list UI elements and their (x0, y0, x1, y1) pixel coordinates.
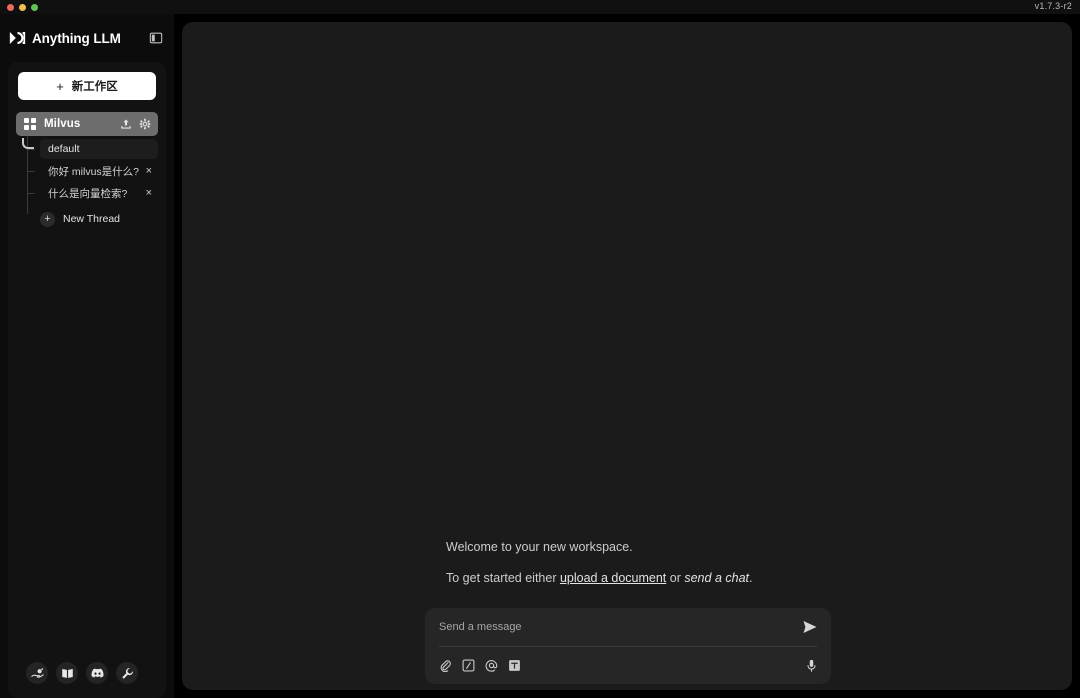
workspace-name: Milvus (44, 118, 81, 130)
sidebar-panel: + 新工作区 Milvus default 你好 milvus是什么? × 什么… (8, 62, 166, 698)
thread-label: default (48, 143, 80, 155)
plus-icon: + (56, 78, 64, 94)
workspace-list: Milvus default 你好 milvus是什么? × 什么是向量检索? … (8, 112, 166, 230)
close-window-button[interactable] (7, 3, 14, 11)
upload-icon[interactable] (120, 118, 132, 130)
version-label: v1.7.3-r2 (1034, 1, 1072, 11)
wrench-settings-icon (121, 667, 133, 679)
welcome-suffix: . (749, 571, 753, 585)
text-format-button[interactable] (508, 659, 521, 672)
message-input[interactable] (439, 621, 802, 633)
send-chat-link[interactable]: send a chat (684, 571, 749, 585)
text-format-icon (509, 660, 520, 671)
titlebar: v1.7.3-r2 (0, 0, 1080, 14)
voice-input-button[interactable] (805, 659, 818, 673)
welcome-prefix: To get started either (446, 571, 560, 585)
sidebar-footer (8, 662, 166, 698)
thread-label: 你好 milvus是什么? (48, 165, 140, 178)
new-workspace-label: 新工作区 (71, 81, 118, 93)
composer-input-row (425, 608, 831, 646)
docs-button[interactable] (56, 662, 78, 684)
attach-file-button[interactable] (439, 659, 452, 672)
workspace-actions (120, 118, 151, 130)
send-message-button[interactable] (802, 620, 818, 634)
close-thread-icon[interactable]: × (140, 187, 152, 199)
welcome-line-2: To get started either upload a document … (446, 571, 866, 586)
welcome-block: Welcome to your new workspace. To get st… (446, 540, 866, 586)
support-icon (30, 667, 44, 678)
mention-button[interactable] (485, 659, 498, 672)
thread-list: default 你好 milvus是什么? × 什么是向量检索? × + New… (16, 136, 158, 230)
thread-item-default[interactable]: default (26, 138, 158, 160)
new-workspace-button[interactable]: + 新工作区 (18, 72, 156, 100)
composer-toolbar (425, 647, 831, 684)
plus-icon: + (40, 211, 55, 227)
new-thread-label: New Thread (63, 213, 121, 225)
gear-icon[interactable] (139, 118, 151, 130)
welcome-line-1: Welcome to your new workspace. (446, 540, 633, 554)
main-panel: Welcome to your new workspace. To get st… (182, 22, 1072, 690)
thread-label: 什么是向量检索? (48, 187, 128, 200)
slash-command-icon (462, 659, 475, 672)
sidebar: Anything LLM + 新工作区 Milvus default 你好 mi… (0, 14, 174, 698)
microphone-icon (807, 659, 816, 672)
slash-command-button[interactable] (462, 659, 475, 672)
minimize-window-button[interactable] (19, 3, 26, 11)
sidebar-toggle-icon[interactable] (149, 31, 163, 45)
upload-document-link[interactable]: upload a document (560, 571, 666, 585)
welcome-middle: or (666, 571, 685, 585)
workspace-item-milvus[interactable]: Milvus (16, 112, 158, 136)
anythingllm-logo-icon (9, 32, 26, 44)
discord-icon (91, 668, 104, 678)
brand-bar: Anything LLM (0, 22, 174, 54)
paperclip-icon (440, 660, 451, 672)
docs-book-icon (61, 668, 73, 678)
discord-button[interactable] (86, 662, 108, 684)
message-composer (425, 608, 831, 684)
send-arrow-icon (803, 621, 817, 633)
support-button[interactable] (26, 662, 48, 684)
settings-button[interactable] (116, 662, 138, 684)
new-thread-button[interactable]: + New Thread (40, 208, 158, 230)
close-thread-icon[interactable]: × (140, 165, 152, 177)
thread-item-2[interactable]: 什么是向量检索? × (26, 182, 158, 204)
at-mention-icon (485, 660, 498, 672)
brand-title: Anything LLM (32, 30, 121, 46)
maximize-window-button[interactable] (31, 3, 38, 11)
grid-squares-icon (24, 118, 36, 130)
window-controls (7, 3, 38, 11)
thread-item-1[interactable]: 你好 milvus是什么? × (26, 160, 158, 182)
